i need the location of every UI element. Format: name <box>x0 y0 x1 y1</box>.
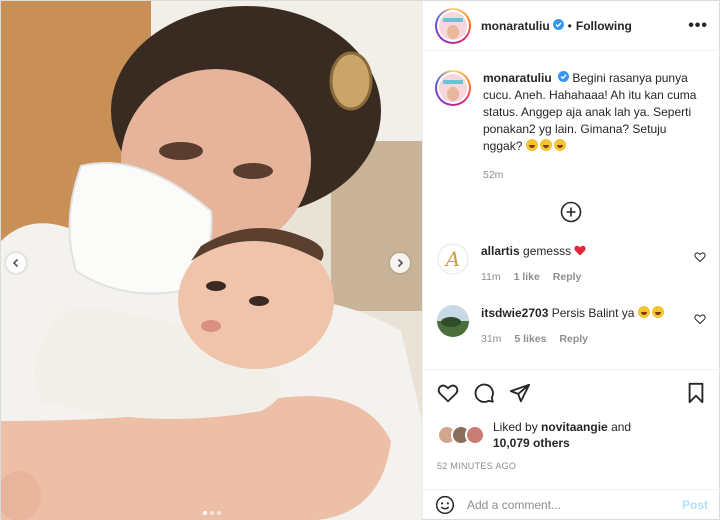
liker-avatar <box>465 425 485 445</box>
post-photo[interactable] <box>1 1 422 520</box>
comment-likes[interactable]: 1 like <box>514 271 540 283</box>
comment-username[interactable]: allartis <box>481 244 520 258</box>
comment-item: itsdwie2703 Persis Balint ya 31m 5 likes… <box>435 305 706 347</box>
likes-joiner: and <box>611 420 632 434</box>
smiley-icon <box>435 495 455 514</box>
heart-icon <box>437 384 459 403</box>
post-actions: Liked by novitaangie and 10,079 others 5… <box>423 369 720 471</box>
comment-text: gemesss <box>523 244 572 259</box>
paper-plane-icon <box>509 383 531 403</box>
comment-body: allartis gemesss 11m 1 like Reply <box>481 243 694 285</box>
avatar-image <box>439 11 467 40</box>
post-comment-button[interactable]: Post <box>682 498 708 512</box>
carousel-dot <box>202 511 207 515</box>
bookmark-icon <box>688 382 704 404</box>
svg-text:A: A <box>444 247 460 271</box>
emoji-picker-button[interactable] <box>435 495 455 515</box>
likes-text: Liked by novitaangie and 10,079 others <box>493 419 631 451</box>
save-button[interactable] <box>686 382 706 404</box>
follow-status-button[interactable]: Following <box>576 19 632 33</box>
carousel-dots <box>1 511 422 515</box>
like-comment-button[interactable] <box>694 251 706 266</box>
rofl-emoji-icon <box>539 139 552 152</box>
caption-text-block: monaratuliu Begini rasanya punya cucu. A… <box>483 70 706 155</box>
caption-avatar[interactable] <box>435 70 471 106</box>
liker-avatars[interactable] <box>437 425 487 445</box>
likes-summary: Liked by novitaangie and 10,079 others <box>437 419 706 451</box>
author-username[interactable]: monaratuliu <box>481 19 550 33</box>
comment-text: Persis Balint ya <box>551 306 635 321</box>
commenter-avatar[interactable] <box>437 305 469 338</box>
comment-time[interactable]: 31m <box>481 333 501 345</box>
add-comment-bar: Post <box>423 489 720 519</box>
avatar-image <box>437 305 469 338</box>
comment-input[interactable] <box>467 497 682 512</box>
liker-username[interactable]: novitaangie <box>541 420 608 434</box>
like-comment-button[interactable] <box>694 313 706 328</box>
comment-meta: 11m 1 like Reply <box>481 269 694 285</box>
action-icons-row <box>437 381 706 405</box>
comment-body: itsdwie2703 Persis Balint ya 31m 5 likes… <box>481 305 694 347</box>
comment-likes[interactable]: 5 likes <box>514 333 546 345</box>
heart-eyes-emoji-icon <box>637 306 650 319</box>
comment-time[interactable]: 11m <box>481 271 501 283</box>
carousel-prev-button[interactable] <box>6 253 26 273</box>
caption: monaratuliu Begini rasanya punya cucu. A… <box>435 70 706 155</box>
rofl-emoji-icon <box>553 139 566 152</box>
header-separator: • <box>567 18 572 33</box>
author-avatar[interactable] <box>435 7 471 44</box>
share-button[interactable] <box>509 382 531 404</box>
caption-timestamp[interactable]: 52m <box>483 169 706 181</box>
likes-prefix: Liked by <box>493 420 538 434</box>
reply-button[interactable]: Reply <box>559 333 588 345</box>
commenter-avatar[interactable]: A <box>437 243 469 276</box>
load-more-comments-button[interactable] <box>435 201 706 223</box>
more-options-icon[interactable]: ••• <box>688 17 708 35</box>
carousel-dot <box>216 511 221 515</box>
comments-section: monaratuliu Begini rasanya punya cucu. A… <box>423 52 720 368</box>
plus-circle-icon <box>560 202 581 223</box>
chevron-left-icon <box>12 258 19 268</box>
heart-eyes-emoji-icon <box>651 306 664 319</box>
comment-button[interactable] <box>473 382 495 404</box>
heart-outline-icon <box>694 252 706 263</box>
photo-illustration <box>1 1 422 520</box>
chevron-right-icon <box>397 258 404 268</box>
rofl-emoji-icon <box>525 139 538 152</box>
likes-others-count[interactable]: 10,079 others <box>493 436 570 450</box>
like-button[interactable] <box>437 382 459 404</box>
red-heart-emoji-icon <box>574 246 587 256</box>
post-side-panel: monaratuliu • Following ••• monaratuliu … <box>422 1 720 519</box>
avatar-image <box>439 74 467 102</box>
verified-badge-icon <box>558 70 570 87</box>
post-timestamp[interactable]: 52 MINUTES AGO <box>437 461 706 471</box>
carousel-dot <box>209 511 214 515</box>
comment-item: A allartis gemesss 11m 1 like Reply <box>435 243 706 285</box>
reply-button[interactable]: Reply <box>553 271 582 283</box>
avatar-image: A <box>437 243 469 276</box>
comment-bubble-icon <box>474 383 494 403</box>
comment-username[interactable]: itsdwie2703 <box>481 306 548 320</box>
carousel-next-button[interactable] <box>390 253 410 273</box>
caption-username[interactable]: monaratuliu <box>483 71 552 85</box>
instagram-post-window: monaratuliu • Following ••• monaratuliu … <box>0 0 720 520</box>
comment-meta: 31m 5 likes Reply <box>481 331 694 347</box>
verified-badge-icon <box>552 18 564 33</box>
post-header: monaratuliu • Following ••• <box>423 1 720 51</box>
heart-outline-icon <box>694 314 706 325</box>
